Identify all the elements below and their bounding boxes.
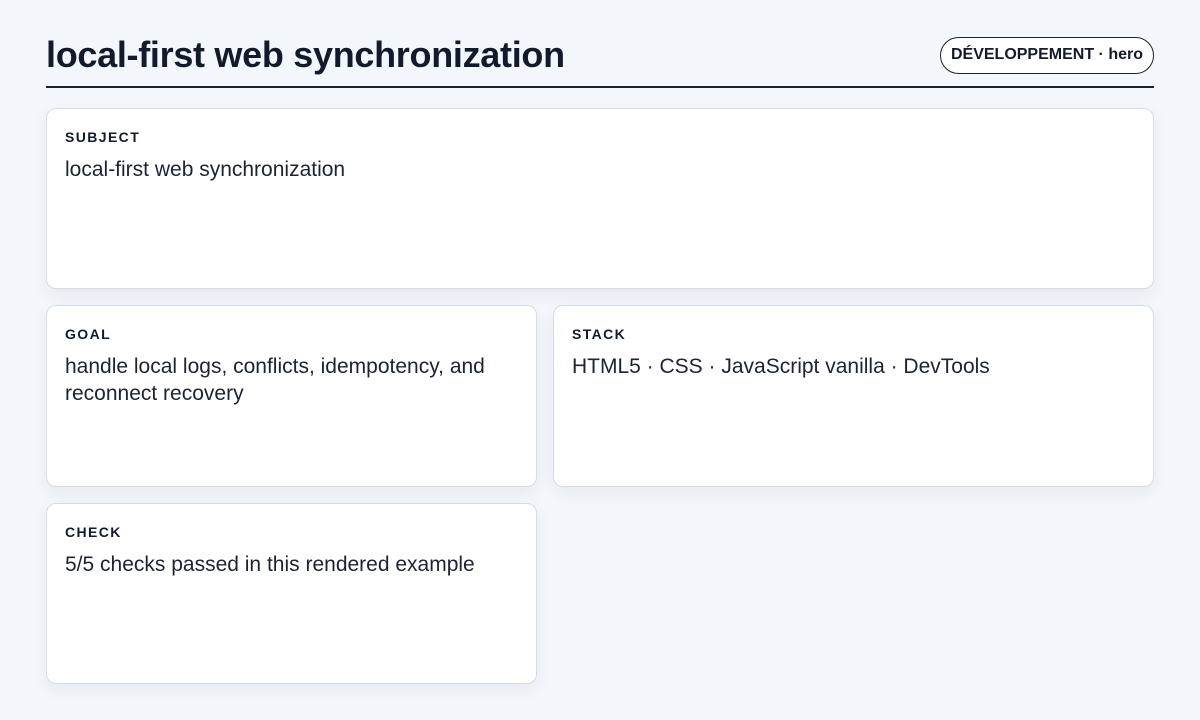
check-value: 5/5 checks passed in this rendered examp… [65, 553, 475, 576]
stack-label: STACK [572, 326, 627, 342]
subject-value: local-first web synchronization [65, 158, 346, 181]
page: local-first web synchronization DÉVELOPP… [46, 0, 1154, 720]
subject-label: SUBJECT [65, 129, 141, 145]
goal-value: handle local logs, conflicts, idempotenc… [65, 355, 485, 405]
stack-card: STACK HTML5 · CSS · JavaScript vanilla ·… [553, 305, 1154, 487]
subject-card: SUBJECT local-first web synchronization [46, 108, 1154, 289]
category-badge: DÉVELOPPEMENT · hero [939, 37, 1154, 74]
goal-label: GOAL [65, 326, 112, 342]
check-label: CHECK [65, 524, 122, 540]
goal-card: GOAL handle local logs, conflicts, idemp… [46, 305, 537, 487]
check-card: CHECK 5/5 checks passed in this rendered… [46, 503, 537, 684]
stack-value: HTML5 · CSS · JavaScript vanilla · DevTo… [572, 355, 990, 378]
page-title: local-first web synchronization [46, 34, 565, 75]
page-header: local-first web synchronization DÉVELOPP… [46, 30, 1154, 88]
